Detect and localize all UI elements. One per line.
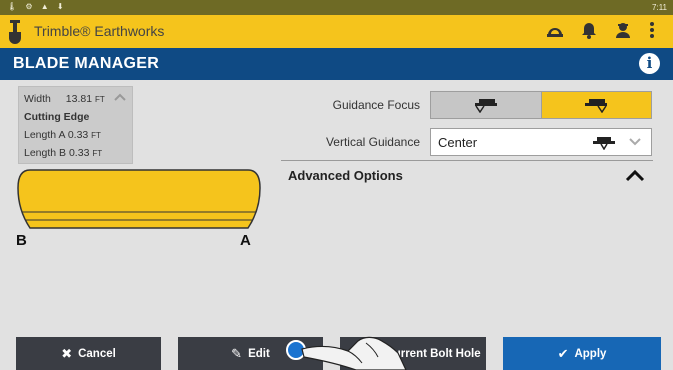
- user-icon[interactable]: [615, 21, 631, 39]
- guidance-focus-toggle: [430, 91, 652, 119]
- width-value: 13.81: [65, 93, 93, 105]
- clock: 7:11: [652, 3, 667, 12]
- bell-icon[interactable]: [581, 21, 597, 39]
- close-icon: ✖: [61, 346, 73, 361]
- edit-icon: ✎: [231, 346, 243, 361]
- apply-button[interactable]: ✔ Apply: [503, 337, 661, 370]
- chevron-up-icon[interactable]: [114, 93, 126, 101]
- length-b-label: Length B: [24, 147, 67, 159]
- length-a-unit: FT: [91, 131, 101, 140]
- length-b-value: 0.33: [68, 147, 90, 159]
- advanced-options-heading[interactable]: Advanced Options: [288, 168, 403, 183]
- length-b-unit: FT: [92, 149, 103, 158]
- cancel-label: Cancel: [78, 347, 116, 360]
- system-status-bar: 🌡 ⚙ ▲ ⬇ 7:11: [0, 0, 673, 15]
- shovel-logo-icon: [9, 20, 21, 44]
- section-divider: [281, 160, 653, 161]
- status-icons: 🌡 ⚙ ▲ ⬇: [7, 2, 67, 11]
- length-a-value: 0.33: [67, 129, 89, 141]
- guidance-focus-label: Guidance Focus: [332, 98, 420, 112]
- blade-tip-icon: [474, 99, 497, 113]
- width-unit: FT: [94, 95, 105, 104]
- focus-option-tip[interactable]: [431, 92, 542, 118]
- more-icon[interactable]: [649, 21, 665, 39]
- blade-end-a-label: A: [240, 232, 251, 249]
- width-label: Width: [24, 93, 51, 105]
- app-title: Trimble® Earthworks: [34, 23, 165, 39]
- cutting-edge-heading: Cutting Edge: [24, 111, 90, 123]
- blade-end-b-label: B: [16, 232, 27, 249]
- focus-option-edge[interactable]: [541, 92, 651, 118]
- blade-edge-icon: [585, 99, 608, 113]
- width-row: Width 13.81 FT: [24, 90, 127, 108]
- check-icon: ✔: [557, 346, 569, 361]
- vertical-guidance-value: Center: [438, 135, 478, 150]
- chevron-up-icon[interactable]: [625, 168, 645, 182]
- edit-label: Edit: [248, 347, 270, 360]
- hardhat-icon[interactable]: [547, 21, 563, 39]
- length-b-row: Length B 0.33 FT: [24, 144, 127, 162]
- touch-hand-icon: [286, 336, 407, 370]
- blade-diagram: [17, 169, 261, 229]
- chevron-down-icon[interactable]: [629, 138, 641, 146]
- cancel-button[interactable]: ✖ Cancel: [16, 337, 161, 370]
- vertical-guidance-select[interactable]: Center: [430, 128, 652, 156]
- blade-center-icon: [593, 137, 615, 150]
- page-title: BLADE MANAGER: [13, 55, 160, 72]
- length-a-label: Length A: [24, 129, 65, 141]
- apply-label: Apply: [574, 347, 607, 360]
- page-header: BLADE MANAGER i: [0, 48, 673, 80]
- length-a-row: Length A 0.33 FT: [24, 126, 127, 144]
- info-icon[interactable]: i: [639, 53, 660, 74]
- vertical-guidance-label: Vertical Guidance: [325, 135, 420, 149]
- blade-specs-panel: Width 13.81 FT Cutting Edge Length A 0.3…: [18, 86, 133, 164]
- app-bar: Trimble® Earthworks: [0, 15, 673, 48]
